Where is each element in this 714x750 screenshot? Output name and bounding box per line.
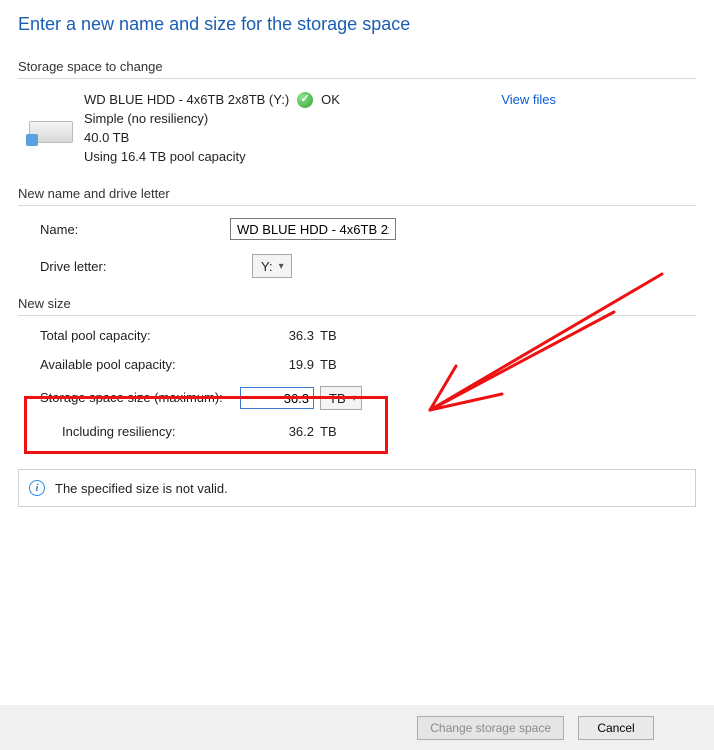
name-label: Name: bbox=[40, 222, 230, 237]
available-pool-unit: TB bbox=[320, 357, 380, 372]
max-size-input[interactable] bbox=[240, 387, 314, 409]
max-size-label: Storage space size (maximum): bbox=[40, 390, 240, 407]
size-unit-value: TB bbox=[329, 391, 346, 406]
section-header-change: Storage space to change bbox=[18, 59, 696, 74]
drive-letter-label: Drive letter: bbox=[40, 259, 230, 274]
divider bbox=[18, 205, 696, 206]
view-files-link[interactable]: View files bbox=[501, 91, 556, 110]
section-header-name: New name and drive letter bbox=[18, 186, 696, 201]
change-storage-space-button: Change storage space bbox=[417, 716, 564, 740]
info-icon: i bbox=[29, 480, 45, 496]
cancel-button[interactable]: Cancel bbox=[578, 716, 654, 740]
space-name: WD BLUE HDD - 4x6TB 2x8TB (Y:) bbox=[84, 91, 289, 110]
storage-space-summary: WD BLUE HDD - 4x6TB 2x8TB (Y:) ✓ OK View… bbox=[18, 91, 696, 166]
total-pool-value: 36.3 bbox=[240, 328, 320, 343]
space-usage: Using 16.4 TB pool capacity bbox=[84, 148, 696, 167]
name-input[interactable] bbox=[230, 218, 396, 240]
size-unit-select[interactable]: TB ▾ bbox=[320, 386, 362, 410]
chevron-down-icon: ▾ bbox=[352, 393, 357, 404]
available-pool-label: Available pool capacity: bbox=[40, 357, 240, 372]
drive-icon bbox=[29, 121, 73, 143]
drive-letter-select[interactable]: Y: ▾ bbox=[252, 254, 292, 278]
including-resiliency-label: Including resiliency: bbox=[40, 424, 240, 439]
total-pool-label: Total pool capacity: bbox=[40, 328, 240, 343]
checkmark-icon: ✓ bbox=[297, 92, 313, 108]
chevron-down-icon: ▾ bbox=[279, 261, 284, 272]
available-pool-value: 19.9 bbox=[240, 357, 320, 372]
drive-letter-value: Y: bbox=[261, 259, 273, 274]
including-resiliency-unit: TB bbox=[320, 424, 380, 439]
page-title: Enter a new name and size for the storag… bbox=[18, 14, 696, 35]
info-text: The specified size is not valid. bbox=[55, 481, 228, 496]
space-resiliency: Simple (no resiliency) bbox=[84, 110, 696, 129]
space-capacity: 40.0 TB bbox=[84, 129, 696, 148]
info-bar: i The specified size is not valid. bbox=[18, 469, 696, 507]
including-resiliency-value: 36.2 bbox=[240, 424, 320, 439]
space-status: OK bbox=[321, 91, 340, 110]
divider bbox=[18, 315, 696, 316]
section-header-size: New size bbox=[18, 296, 696, 311]
footer-bar: Change storage space Cancel bbox=[0, 704, 714, 750]
divider bbox=[18, 78, 696, 79]
total-pool-unit: TB bbox=[320, 328, 380, 343]
